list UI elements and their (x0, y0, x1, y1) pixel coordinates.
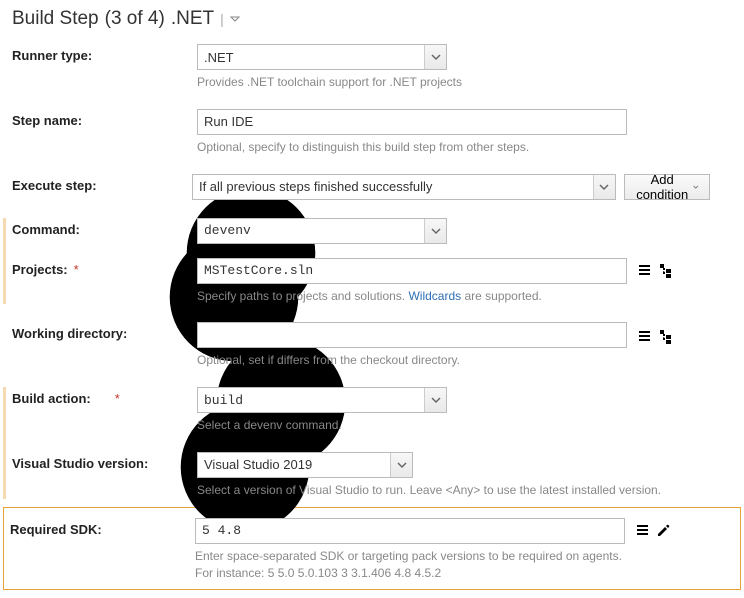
vs-version-hint: Select a version of Visual Studio to run… (197, 482, 732, 499)
required-sdk-section: Required SDK: Enter space-separated SDK … (3, 507, 741, 591)
projects-input[interactable] (197, 258, 627, 284)
required-sdk-label: Required SDK: (10, 518, 195, 537)
execute-step-label: Execute step: (12, 178, 97, 193)
help-icon[interactable] (84, 222, 98, 236)
help-icon[interactable] (718, 180, 732, 194)
chevron-down-icon[interactable] (424, 45, 446, 69)
vs-version-label: Visual Studio version: (12, 452, 197, 471)
chevron-down-icon[interactable] (424, 219, 446, 243)
title-name: .NET (171, 8, 214, 30)
title-prefix: Build Step (12, 8, 99, 30)
chevron-down-icon[interactable] (424, 388, 446, 412)
tree-icon[interactable] (658, 263, 673, 278)
command-label: Command: (12, 222, 80, 237)
list-icon[interactable] (635, 523, 650, 538)
chevron-down-icon[interactable] (593, 175, 615, 199)
execute-step-select[interactable] (192, 174, 616, 200)
help-icon[interactable] (131, 327, 145, 341)
working-dir-label: Working directory: (12, 326, 127, 341)
step-name-hint: Optional, specify to distinguish this bu… (197, 139, 732, 156)
required-marker: * (115, 391, 120, 406)
add-condition-button[interactable]: Add condition (624, 174, 710, 200)
help-icon[interactable] (101, 178, 115, 192)
step-name-label: Step name: (12, 109, 197, 128)
required-marker: * (74, 262, 79, 277)
step-name-input[interactable] (197, 109, 627, 135)
required-sdk-hint2: For instance: 5 5.0 5.0.103 3 3.1.406 4.… (195, 565, 732, 582)
help-icon[interactable] (95, 392, 109, 406)
required-sdk-input[interactable] (195, 518, 625, 544)
runner-type-select[interactable] (197, 44, 447, 70)
wildcards-link[interactable]: Wildcards (408, 289, 461, 303)
tree-icon[interactable] (658, 329, 673, 344)
command-select[interactable] (197, 218, 447, 244)
required-sdk-hint1: Enter space-separated SDK or targeting p… (195, 548, 732, 565)
list-icon[interactable] (637, 329, 652, 344)
build-action-select[interactable] (197, 387, 447, 413)
working-dir-input[interactable] (197, 322, 627, 348)
projects-hint: Specify paths to projects and solutions.… (197, 288, 732, 305)
projects-label: Projects: (12, 262, 68, 277)
edit-icon[interactable] (656, 523, 671, 538)
chevron-down-icon[interactable] (390, 453, 412, 477)
title-menu-icon[interactable] (230, 8, 240, 30)
list-icon[interactable] (637, 263, 652, 278)
title-divider: | (220, 11, 224, 27)
runner-type-hint: Provides .NET toolchain support for .NET… (197, 74, 732, 91)
vs-version-select[interactable] (197, 452, 413, 478)
working-dir-hint: Optional, set if differs from the checko… (197, 352, 732, 369)
build-action-label: Build action: (12, 391, 91, 406)
page-title: Build Step (3 of 4) .NET | (12, 8, 732, 30)
runner-type-label: Runner type: (12, 44, 197, 63)
build-action-hint: Select a devenv command. (197, 417, 732, 434)
title-count: (3 of 4) (105, 8, 165, 30)
